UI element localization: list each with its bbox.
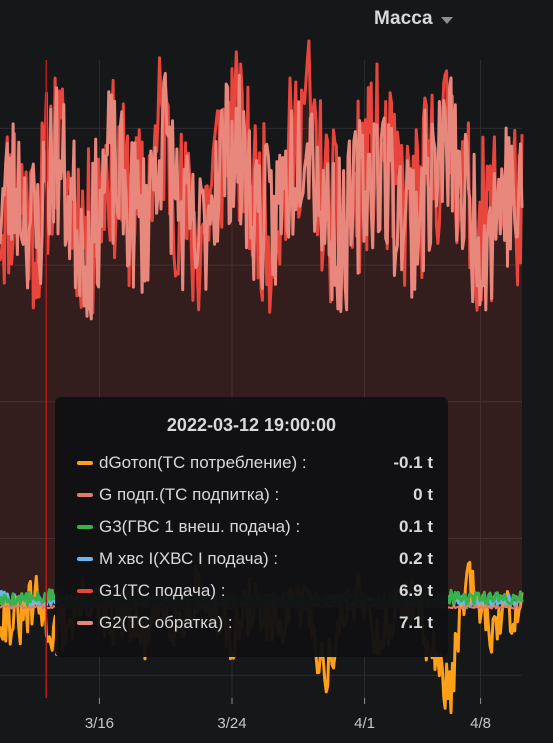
tooltip-series-name: dGотоп(ТС потребление) : <box>99 453 307 472</box>
series-swatch <box>77 525 93 529</box>
tooltip-series-value: 0.2 t <box>398 549 433 568</box>
tooltip-series-name: G подп.(ТС подпитка) : <box>99 485 280 504</box>
x-tick-label: 4/1 <box>354 715 375 732</box>
tooltip-row: G подп.(ТС подпитка) : 0 t <box>77 485 433 507</box>
x-tick-label: 3/16 <box>85 715 114 732</box>
tooltip-series-name: G1(ТС подача) : <box>99 581 226 600</box>
series-swatch <box>77 493 93 497</box>
panel-title-text: Масса <box>374 8 433 29</box>
tooltip-series-name: G3(ГВС 1 внеш. подача) : <box>99 517 301 536</box>
x-tick-label: 4/8 <box>470 715 491 732</box>
series-swatch <box>77 461 93 465</box>
tooltip-series-name: G2(ТС обратка) : <box>99 613 233 632</box>
chevron-down-icon <box>440 16 453 24</box>
tooltip-series-value: 7.1 t <box>398 613 433 632</box>
tooltip: 2022-03-12 19:00:00 dGотоп(ТС потреблени… <box>55 397 448 657</box>
tooltip-time: 2022-03-12 19:00:00 <box>166 415 337 435</box>
series-swatch <box>77 557 93 561</box>
tooltip-series-value: -0.1 t <box>393 453 433 472</box>
series-swatch <box>77 589 93 593</box>
tooltip-row: dGотоп(ТС потребление) : -0.1 t <box>77 453 433 475</box>
tooltip-row: М хвс I(ХВС I подача) : 0.2 t <box>77 549 433 571</box>
tooltip-row: G3(ГВС 1 внеш. подача) : 0.1 t <box>77 517 433 539</box>
tooltip-row: G1(ТС подача) : 6.9 t <box>77 581 433 603</box>
panel-title-menu[interactable]: Масса <box>374 8 453 30</box>
x-tick-label: 3/24 <box>217 715 246 732</box>
tooltip-row: G2(ТС обратка) : 7.1 t <box>77 613 433 635</box>
tooltip-series-name: М хвс I(ХВС I подача) : <box>99 549 279 568</box>
series-swatch <box>77 621 93 625</box>
tooltip-series-value: 0.1 t <box>398 517 433 536</box>
tooltip-series-value: 0 t <box>413 485 433 504</box>
tooltip-series-value: 6.9 t <box>398 581 433 600</box>
